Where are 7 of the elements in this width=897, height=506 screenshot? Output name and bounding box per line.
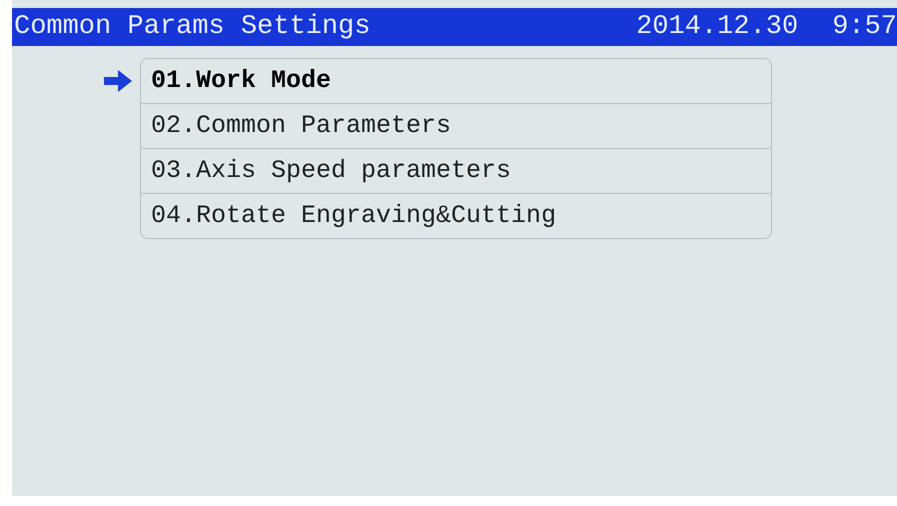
menu-item[interactable]: 04.Rotate Engraving&Cutting bbox=[141, 193, 771, 238]
menu-item[interactable]: 02.Common Parameters bbox=[141, 103, 771, 148]
menu-item[interactable]: 03.Axis Speed parameters bbox=[141, 148, 771, 193]
screen-title: Common Params Settings bbox=[13, 12, 370, 42]
menu-item[interactable]: 01.Work Mode bbox=[141, 59, 771, 103]
date-text: 2014.12.30 bbox=[636, 12, 798, 42]
time-text: 9:57 bbox=[832, 12, 897, 42]
